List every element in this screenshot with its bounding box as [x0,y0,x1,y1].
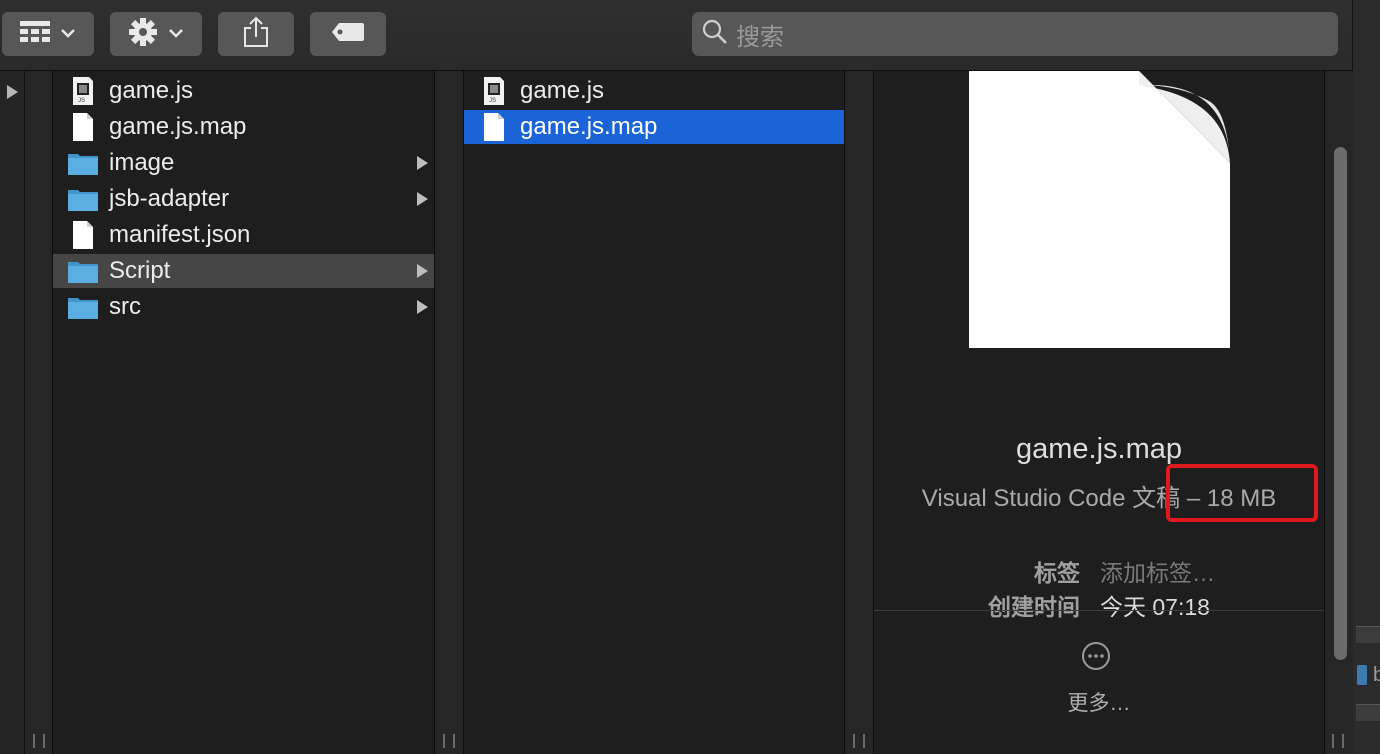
folder-icon [67,184,99,214]
chevron-down-icon [168,25,184,43]
background-folder-icon [1357,665,1367,685]
list-item-jsb-adapter[interactable]: jsb-adapter [53,182,434,216]
search-placeholder: 搜索 [736,23,784,51]
background-window-bar [1356,704,1380,721]
disclosure-arrow-icon [417,156,428,170]
file-name: game.js.map [520,113,658,140]
column-gap [435,71,464,754]
background-window-text: b [1373,664,1380,686]
created-label: 创建时间 [988,594,1080,620]
column-resize-handle[interactable] [33,734,45,748]
folder-icon [67,256,99,286]
folder-name: jsb-adapter [109,185,230,212]
tags-label: 标签 [1034,560,1080,586]
column-resize-handle[interactable] [853,734,865,748]
file-kind: Visual Studio Code 文稿 [921,485,1181,512]
folder-name: image [109,149,175,176]
folder-name: src [109,293,141,320]
column-resize-handle[interactable] [1332,734,1344,748]
more-label: 更多… [1067,692,1131,715]
magnifier-icon [702,19,728,50]
js-file-icon: JS [67,76,99,106]
folder-icon [67,148,99,178]
folder-column-1: JS game.js game.js.map image jsb-adapter… [53,71,435,754]
disclosure-arrow-icon [417,264,428,278]
view-options-button[interactable] [2,12,94,56]
created-value: 今天 07:18 [1100,594,1210,620]
document-icon [67,112,99,142]
list-item-image[interactable]: image [53,146,434,180]
svg-text:JS: JS [489,98,496,104]
annotation-highlight-box [1166,464,1318,522]
column-gap [845,71,874,754]
list-item-src[interactable]: src [53,290,434,324]
share-icon [243,16,269,53]
preview-scrollbar[interactable] [1324,71,1353,754]
disclosure-arrow-icon [417,300,428,314]
edit-tags-button[interactable] [310,12,386,56]
disclosure-arrow-icon [7,85,18,99]
js-file-icon: JS [478,76,510,106]
tag-icon [331,22,365,47]
grid-view-icon [20,20,50,48]
list-item-game-js-map[interactable]: game.js.map [53,110,434,144]
list-item-game-js[interactable]: JS game.js [53,74,434,108]
list-item-manifest-json[interactable]: manifest.json [53,218,434,252]
file-name: game.js [109,77,194,104]
document-preview-thumbnail [969,71,1231,354]
document-icon [67,220,99,250]
svg-text:JS: JS [78,98,85,104]
list-item-script[interactable]: Script [53,254,434,288]
list-item-game-js[interactable]: JS game.js [464,74,844,108]
column-gap [25,71,53,754]
preview-pane: game.js.map Visual Studio Code 文稿 – 18 M… [874,71,1324,754]
toolbar: 搜索 [0,0,1352,71]
gear-icon [128,17,158,52]
folder-icon [67,292,99,322]
background-window-edge: b [1352,0,1380,754]
divider [874,610,1324,611]
file-name: manifest.json [109,221,251,248]
column-resize-handle[interactable] [443,734,455,748]
search-field[interactable]: 搜索 [692,12,1338,56]
add-tags-field[interactable]: 添加标签… [1100,554,1215,588]
list-item-game-js-map[interactable]: game.js.map [464,110,844,144]
ellipsis-circle-icon [1082,642,1110,670]
folder-column-2: JS game.js game.js.map [464,71,845,754]
file-name: game.js [520,77,605,104]
chevron-down-icon [60,25,76,43]
disclosure-arrow-icon [417,192,428,206]
file-name: game.js.map [109,113,247,140]
share-button[interactable] [218,12,294,56]
action-button[interactable] [110,12,202,56]
document-icon [478,112,510,142]
scrollbar-thumb[interactable] [1334,147,1347,660]
background-window-bar [1356,626,1380,643]
preview-file-name: game.js.map [1015,433,1182,465]
previous-column-edge[interactable] [0,71,25,754]
folder-name: Script [109,257,171,284]
